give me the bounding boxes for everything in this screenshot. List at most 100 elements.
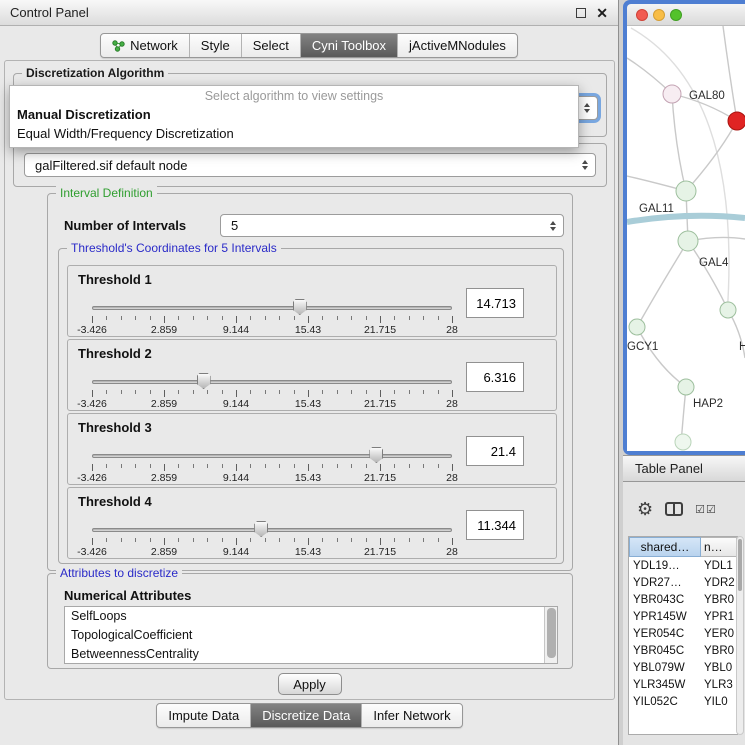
tick-mark: [164, 390, 165, 397]
control-panel-titlebar[interactable]: Control Panel ✕: [0, 0, 618, 26]
numerical-attributes-list[interactable]: SelfLoopsTopologicalCoefficientBetweenne…: [64, 606, 558, 664]
table-scrollbar[interactable]: [736, 536, 744, 735]
threshold-slider[interactable]: -3.4262.8599.14415.4321.71528: [88, 444, 456, 484]
table-data-combobox-value: galFiltered.sif default node: [25, 158, 582, 173]
tick-mark: [207, 464, 208, 468]
GAL11-node[interactable]: [676, 181, 696, 201]
slider-thumb[interactable]: [254, 521, 268, 537]
list-scrollbar[interactable]: [544, 607, 557, 663]
select-columns-icon[interactable]: ☑☑: [695, 503, 717, 516]
network-edge[interactable]: [723, 26, 737, 121]
tab-cyni-toolbox[interactable]: Cyni Toolbox: [301, 34, 398, 57]
network-edge[interactable]: [637, 241, 688, 327]
column-layout-icon[interactable]: [665, 502, 683, 516]
tick-label: 28: [446, 398, 458, 410]
threshold-value-field[interactable]: [466, 510, 524, 540]
zoom-traffic-light-icon[interactable]: [670, 9, 682, 21]
HAP2-node[interactable]: [678, 379, 694, 395]
tick-mark: [322, 316, 323, 320]
network-edge[interactable]: [672, 94, 686, 191]
table-panel-header[interactable]: Table Panel: [623, 455, 745, 482]
list-scrollbar-thumb[interactable]: [547, 608, 556, 658]
network-edge[interactable]: [688, 241, 728, 310]
attribute-item-topologicalcoefficient[interactable]: TopologicalCoefficient: [65, 626, 557, 645]
threshold-slider[interactable]: -3.4262.8599.14415.4321.71528: [88, 518, 456, 558]
tab-discretize-data[interactable]: Discretize Data: [251, 704, 362, 727]
tick-label: 15.43: [295, 324, 321, 336]
gear-icon[interactable]: ⚙: [637, 500, 653, 518]
table-row[interactable]: YLR345WYLR3: [629, 676, 737, 693]
slider-track[interactable]: [92, 454, 452, 458]
red-node[interactable]: [728, 112, 745, 130]
network-edge[interactable]: [637, 327, 686, 387]
slider-track-area[interactable]: -3.4262.8599.14415.4321.71528: [92, 370, 452, 410]
slider-track[interactable]: [92, 380, 452, 384]
slider-thumb[interactable]: [293, 299, 307, 315]
GAL4-node[interactable]: [678, 231, 698, 251]
table-data-combobox[interactable]: galFiltered.sif default node: [24, 153, 596, 177]
bottom-node[interactable]: [675, 434, 691, 450]
tick-label: -3.426: [77, 324, 107, 336]
table-row[interactable]: YDR27…YDR2: [629, 574, 737, 591]
attribute-item-selfloops[interactable]: SelfLoops: [65, 607, 557, 626]
dropdown-option-equal-width-frequency-discretization[interactable]: Equal Width/Frequency Discretization: [10, 124, 578, 143]
table-row[interactable]: YDL19…YDL1: [629, 557, 737, 574]
tick-mark: [366, 464, 367, 468]
table-row[interactable]: YPR145WYPR1: [629, 608, 737, 625]
network-view-window[interactable]: GAL80GAL11GAL4GCY1HAP2H: [623, 0, 745, 455]
apply-button[interactable]: Apply: [278, 673, 342, 695]
threshold-label: Threshold 3: [78, 420, 152, 435]
node-table: shared… n… YDL19…YDL1YDR27…YDR2YBR043CYB…: [628, 536, 738, 735]
threshold-slider[interactable]: -3.4262.8599.14415.4321.71528: [88, 370, 456, 410]
slider-track-area[interactable]: -3.4262.8599.14415.4321.71528: [92, 296, 452, 336]
slider-thumb[interactable]: [197, 373, 211, 389]
table-row[interactable]: YBL079WYBL0: [629, 659, 737, 676]
column-header-shared-name[interactable]: shared…: [629, 537, 701, 557]
table-row[interactable]: YBR043CYBR0: [629, 591, 737, 608]
tab-style[interactable]: Style: [190, 34, 242, 57]
tick-mark: [351, 464, 352, 468]
mid-right-node[interactable]: [720, 302, 736, 318]
tab-impute-data[interactable]: Impute Data: [157, 704, 251, 727]
slider-track[interactable]: [92, 306, 452, 310]
table-row[interactable]: YBR045CYBR0: [629, 642, 737, 659]
table-row[interactable]: YIL052CYIL0: [629, 693, 737, 710]
slider-track-area[interactable]: -3.4262.8599.14415.4321.71528: [92, 518, 452, 558]
slider-track[interactable]: [92, 528, 452, 532]
dropdown-option-manual-discretization[interactable]: Manual Discretization: [10, 105, 578, 124]
tick-label: 28: [446, 324, 458, 336]
network-graph[interactable]: GAL80GAL11GAL4GCY1HAP2H: [627, 26, 745, 451]
slider-track-area[interactable]: -3.4262.8599.14415.4321.71528: [92, 444, 452, 484]
tab-select[interactable]: Select: [242, 34, 301, 57]
network-window-titlebar[interactable]: [627, 4, 745, 26]
close-traffic-light-icon[interactable]: [636, 9, 648, 21]
tick-mark: [308, 316, 309, 323]
threshold-value-field[interactable]: [466, 362, 524, 392]
minimize-traffic-light-icon[interactable]: [653, 9, 665, 21]
tab-label: Style: [201, 38, 230, 53]
tick-mark: [394, 538, 395, 542]
attribute-item-betweennesscentrality[interactable]: BetweennessCentrality: [65, 645, 557, 664]
threshold-value-field[interactable]: [466, 288, 524, 318]
tab-jactivemnodules[interactable]: jActiveMNodules: [398, 34, 517, 57]
tick-mark: [423, 316, 424, 320]
table-scrollbar-thumb[interactable]: [738, 539, 742, 591]
table-row[interactable]: YER054CYER0: [629, 625, 737, 642]
tab-network[interactable]: Network: [101, 34, 190, 57]
close-window-icon[interactable]: ✕: [596, 8, 608, 18]
tab-infer-network[interactable]: Infer Network: [362, 704, 461, 727]
threshold-box: Threshold 1 -3.4262.8599.14415.4321.7152…: [67, 265, 557, 337]
slider-thumb[interactable]: [369, 447, 383, 463]
cell-shared-name: YBL079W: [629, 662, 701, 674]
number-of-intervals-combobox[interactable]: 5: [220, 214, 564, 237]
float-window-icon[interactable]: [576, 8, 586, 18]
threshold-slider[interactable]: -3.4262.8599.14415.4321.71528: [88, 296, 456, 336]
network-canvas[interactable]: GAL80GAL11GAL4GCY1HAP2H: [627, 26, 745, 451]
GCY1-node[interactable]: [629, 319, 645, 335]
tick-label: 21.715: [364, 472, 396, 484]
GAL80-node[interactable]: [663, 85, 681, 103]
tick-mark: [438, 538, 439, 542]
threshold-value-field[interactable]: [466, 436, 524, 466]
tick-mark: [193, 316, 194, 320]
column-header-name[interactable]: n…: [701, 537, 737, 557]
